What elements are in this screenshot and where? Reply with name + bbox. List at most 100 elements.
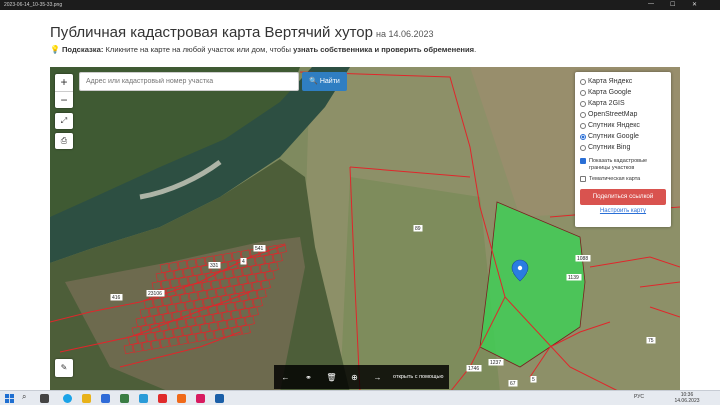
search-button[interactable]: 🔍 Найти: [302, 72, 347, 91]
layer-radio[interactable]: [580, 100, 586, 107]
layer-radio[interactable]: [580, 144, 586, 151]
layer-option-label: Спутник Яндекс: [588, 122, 640, 129]
parcel-number-label[interactable]: 541: [253, 245, 266, 252]
folder-icon[interactable]: [82, 394, 91, 403]
layer-list: Карта Яндекс Карта Google Карта 2GIS OpenSt…: [580, 76, 666, 153]
app-icon-2[interactable]: [139, 394, 148, 403]
printer-icon: ⎙: [60, 136, 68, 145]
edge-icon[interactable]: [63, 394, 72, 403]
parcel-number-text: 67: [510, 381, 516, 387]
arrow-left-icon[interactable]: ←: [274, 373, 297, 382]
parcel-number-label[interactable]: 1237: [488, 359, 504, 366]
option-cadastral[interactable]: Показать кадастровые границы участков: [580, 158, 666, 172]
parcel-number-label[interactable]: 1088: [575, 255, 591, 262]
option-cadastral-label: Показать кадастровые границы участков: [589, 158, 648, 171]
search-button-label: Найти: [319, 78, 340, 85]
parcel-number-label[interactable]: 5: [530, 376, 537, 383]
arrow-right-icon[interactable]: →: [366, 373, 389, 382]
parcel-number-label[interactable]: 4: [240, 258, 247, 265]
parcel-number-text: 89: [415, 226, 421, 232]
minimize-icon[interactable]: —: [648, 1, 654, 7]
parcel-number-text: 4: [242, 259, 245, 265]
parcel-number-text: 23106: [148, 291, 162, 297]
layer-option-label: Карта Яндекс: [588, 78, 633, 85]
page-title-date: на 14.06.2023: [375, 29, 434, 39]
parcel-number-text: 541: [255, 246, 264, 252]
parcel-number-label[interactable]: 1139: [566, 274, 582, 281]
thematic-checkbox[interactable]: [580, 176, 586, 182]
option-thematic-label: Тематическая карта: [589, 176, 641, 182]
layer-option[interactable]: Спутник Google: [580, 131, 666, 142]
app-icon-3[interactable]: [177, 394, 186, 403]
layer-option-label: OpenStreetMap: [588, 111, 638, 118]
layer-panel: Карта Яндекс Карта Google Карта 2GIS OpenSt…: [575, 72, 671, 227]
parcel-number-label[interactable]: 1746: [466, 365, 482, 372]
zoom-control: + −: [55, 74, 73, 108]
link-icon[interactable]: ⚭: [297, 373, 320, 382]
cadastral-map[interactable]: 1804541433141623106891088113912371746675…: [50, 67, 680, 392]
close-icon[interactable]: ✕: [692, 1, 697, 8]
setup-map-link[interactable]: Настроить карту: [580, 208, 666, 214]
mail-icon[interactable]: [101, 394, 110, 403]
layer-radio[interactable]: [580, 89, 586, 96]
layer-radio[interactable]: [580, 111, 586, 118]
ruler-icon: ✎: [60, 363, 68, 372]
parcel-number-label[interactable]: 331: [208, 262, 221, 269]
search-icon: 🔍: [309, 78, 318, 85]
layer-option-label: Спутник Google: [588, 133, 639, 140]
parcel-number-label[interactable]: 89: [413, 225, 423, 232]
layer-radio[interactable]: [580, 122, 586, 129]
layer-option-label: Карта 2GIS: [588, 100, 625, 107]
page-title-text: Публичная кадастровая карта Вертячий хут…: [50, 24, 373, 41]
cadastral-checkbox[interactable]: [580, 158, 586, 164]
layer-option[interactable]: Карта Яндекс: [580, 76, 666, 87]
parcel-number-text: 5: [532, 377, 535, 383]
zoom-out-button[interactable]: −: [55, 91, 73, 108]
taskbar: ⌕ РУС 10:36 14.06.2023: [0, 390, 720, 405]
share-button[interactable]: Поделиться ссылкой: [580, 189, 666, 205]
ruler-button[interactable]: ✎: [55, 359, 73, 377]
parcel-number-text: 1088: [577, 256, 588, 262]
parcel-number-label[interactable]: 67: [508, 380, 518, 387]
windows-start-icon[interactable]: [5, 394, 14, 403]
open-with-label[interactable]: открыть с помощью: [393, 374, 443, 380]
app-icon-5[interactable]: [215, 394, 224, 403]
layer-option-label: Спутник Bing: [588, 144, 631, 151]
option-thematic[interactable]: Тематическая карта: [580, 176, 666, 183]
layer-option[interactable]: Карта Google: [580, 87, 666, 98]
print-button[interactable]: ⎙: [55, 133, 73, 149]
yandex-icon[interactable]: [158, 394, 167, 403]
layer-option[interactable]: Спутник Яндекс: [580, 120, 666, 131]
zoom-icon[interactable]: ⊕: [343, 373, 366, 382]
trash-icon[interactable]: 🗑: [320, 373, 343, 382]
search-input[interactable]: [79, 72, 299, 91]
layer-radio[interactable]: [580, 133, 586, 140]
parcel-number-text: 331: [210, 263, 219, 269]
layer-option[interactable]: Карта 2GIS: [580, 98, 666, 109]
viewer-title-bar: 2023-06-14_10-35-33.png — ☐ ✕: [0, 0, 720, 10]
parcel-number-text: 416: [112, 295, 121, 301]
hint-label: Подсказка:: [61, 45, 104, 54]
app-icon-4[interactable]: [196, 394, 205, 403]
layer-option[interactable]: OpenStreetMap: [580, 109, 666, 120]
task-view-icon[interactable]: [40, 394, 49, 403]
parcel-number-label[interactable]: 75: [646, 337, 656, 344]
parcel-number-text: 1139: [568, 275, 579, 281]
hint-text: Кликните на карте на любой участок или д…: [103, 45, 294, 54]
layer-option[interactable]: Спутник Bing: [580, 142, 666, 153]
parcel-number-label[interactable]: 416: [110, 294, 123, 301]
app-icon-1[interactable]: [120, 394, 129, 403]
parcel-number-label[interactable]: 23106: [146, 290, 165, 297]
lightbulb-icon: 💡: [50, 45, 60, 54]
maximize-icon[interactable]: ☐: [670, 1, 675, 8]
fullscreen-button[interactable]: ⤢: [55, 113, 73, 129]
tray-clock[interactable]: 10:36 14.06.2023: [672, 392, 702, 404]
hint-bold: узнать собственника и проверить обремене…: [293, 45, 475, 54]
search-icon[interactable]: ⌕: [22, 392, 31, 401]
expand-icon: ⤢: [60, 116, 68, 125]
parcel-number-text: 1746: [468, 366, 479, 372]
layer-radio[interactable]: [580, 78, 586, 85]
file-name: 2023-06-14_10-35-33.png: [4, 2, 63, 8]
tray-language[interactable]: РУС: [634, 394, 644, 401]
zoom-in-button[interactable]: +: [55, 74, 73, 91]
